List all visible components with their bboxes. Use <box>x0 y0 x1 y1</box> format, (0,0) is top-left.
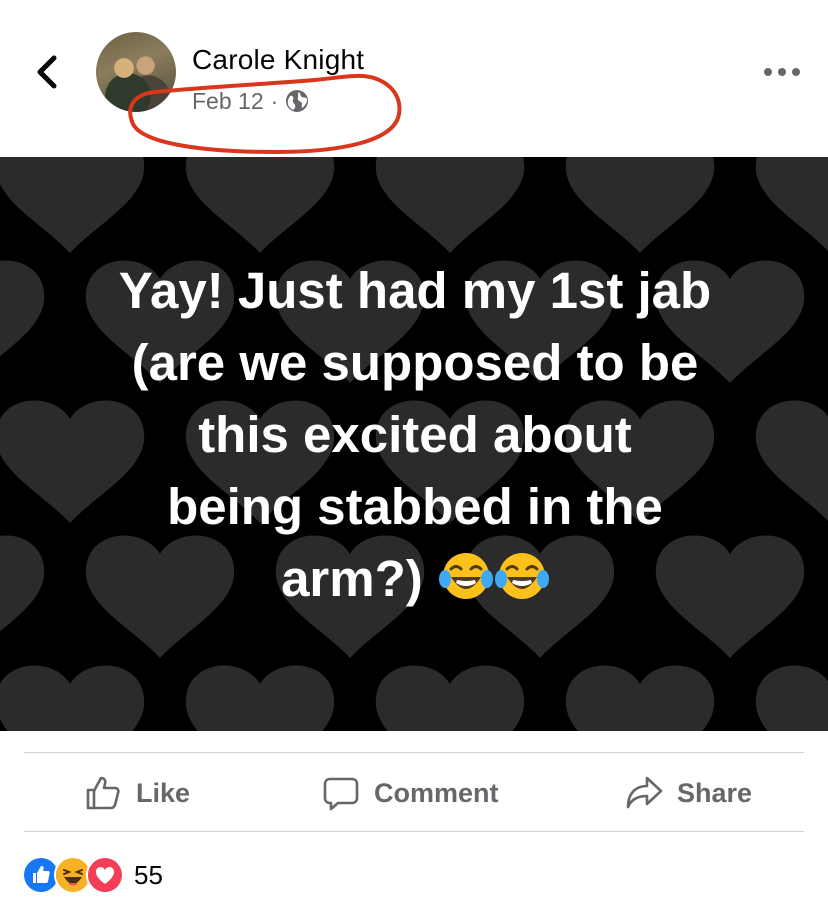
share-button[interactable]: Share <box>625 754 752 832</box>
reaction-count: 55 <box>134 859 163 890</box>
post-text: Yay! Just had my 1st jab (are we suppose… <box>20 255 810 615</box>
post-text-last-line: arm?) <box>20 543 810 615</box>
more-dots-icon <box>764 68 800 76</box>
love-reaction-icon <box>88 858 122 892</box>
comment-button[interactable]: Comment <box>322 754 499 832</box>
divider-bottom <box>24 831 804 832</box>
author-name[interactable]: Carole Knight <box>192 44 364 76</box>
post-date[interactable]: Feb 12 <box>192 88 264 115</box>
post-text-line: (are we supposed to be <box>131 334 699 391</box>
love-reaction <box>86 856 124 894</box>
chevron-left-icon <box>37 55 57 89</box>
post-text-line: this excited about <box>198 406 632 463</box>
action-bar: Like Comment Share <box>0 754 828 832</box>
avatar[interactable] <box>96 32 176 112</box>
post-text-line: Yay! Just had my 1st jab <box>118 262 712 319</box>
like-label: Like <box>136 777 191 808</box>
post-text-line: being stabbed in the <box>167 478 663 535</box>
thumbs-up-icon <box>86 776 120 810</box>
tears-of-joy-emoji-icon <box>438 553 493 599</box>
like-button[interactable]: Like <box>84 754 190 832</box>
post-text-line: arm?) <box>281 550 423 607</box>
haha-reaction-icon <box>56 858 90 892</box>
divider-top <box>24 752 804 753</box>
tears-of-joy-emoji-icon <box>494 553 549 599</box>
post-meta: Feb 12 · <box>192 86 309 116</box>
reaction-summary[interactable]: 55 <box>22 855 163 895</box>
like-reaction-icon <box>24 858 58 892</box>
share-arrow-icon <box>626 776 663 809</box>
comment-label: Comment <box>374 777 499 808</box>
post-header: Carole Knight Feb 12 · <box>0 0 828 157</box>
meta-separator: · <box>270 87 279 114</box>
share-label: Share <box>677 777 753 808</box>
globe-icon <box>286 90 309 112</box>
back-button[interactable] <box>26 50 70 94</box>
comment-bubble-icon <box>323 777 359 811</box>
more-options-button[interactable] <box>760 56 804 88</box>
